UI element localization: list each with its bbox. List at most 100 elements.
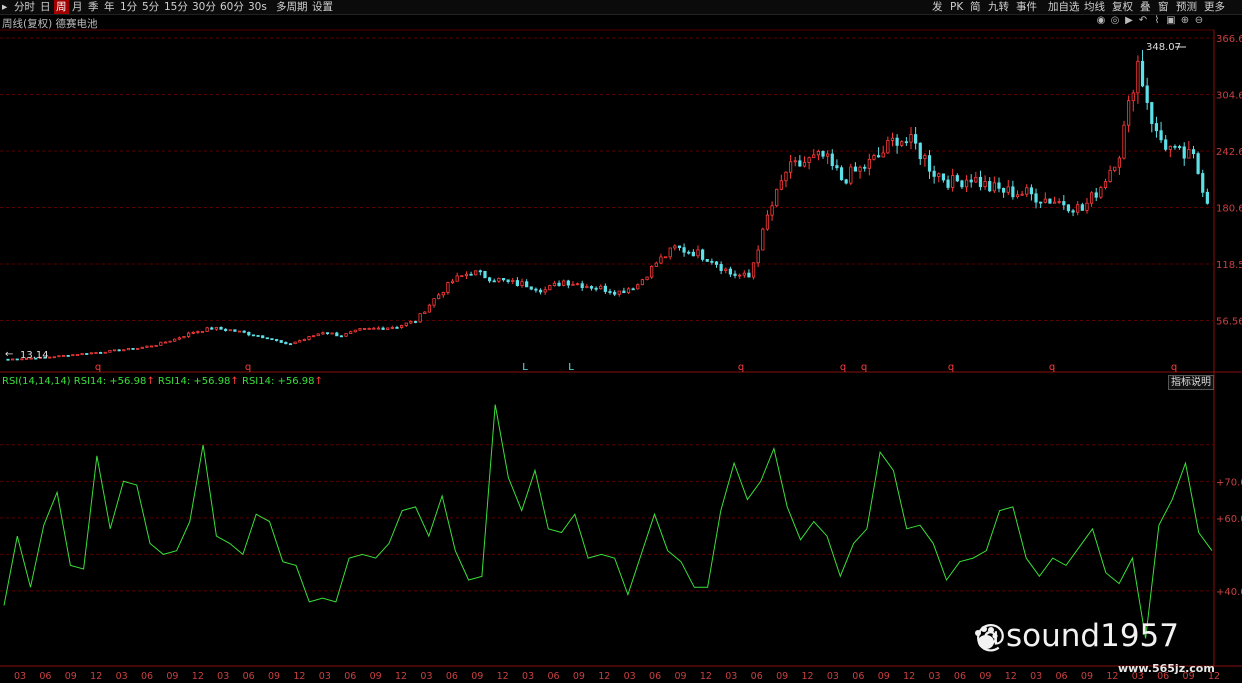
x-tick-label: 09 — [878, 671, 890, 682]
candle-body — [918, 142, 922, 160]
candle-body — [395, 327, 399, 329]
candle-body — [29, 357, 33, 360]
candle-body — [747, 272, 751, 278]
zoom-in-icon[interactable]: ⊕ — [1180, 16, 1190, 26]
price-tick-label: 180.6 — [1216, 203, 1242, 214]
candle-body — [1205, 191, 1209, 204]
candle-body — [909, 134, 913, 143]
candle-body — [1145, 85, 1149, 103]
toolbar-right-item-10[interactable]: 预测 — [1174, 0, 1199, 14]
toolbar-item-7[interactable]: 5分 — [140, 0, 161, 14]
toolbar-item-4[interactable]: 季 — [86, 0, 101, 14]
toolbar-right-item-8[interactable]: 叠 — [1138, 0, 1153, 14]
candle-body — [112, 349, 117, 352]
toolbar-item-6[interactable]: 1分 — [118, 0, 139, 14]
candle-body — [1177, 146, 1182, 148]
candle-body — [191, 331, 195, 334]
toolbar-item-13[interactable]: 设置 — [310, 0, 335, 14]
candle-body — [89, 352, 93, 355]
candle-body — [802, 162, 807, 167]
candle-body — [705, 258, 709, 262]
toolbar-right-item-9[interactable]: 窗 — [1156, 0, 1171, 14]
candle-body — [1057, 201, 1061, 203]
candle-body — [413, 321, 418, 323]
candle-body — [455, 275, 459, 282]
candle-body — [969, 179, 973, 183]
lock-icon[interactable]: ▣ — [1166, 16, 1176, 26]
toolbar-item-2[interactable]: 周 — [54, 0, 69, 14]
zigzag-icon[interactable]: ⌇ — [1152, 16, 1162, 26]
toolbar-right-item-5[interactable]: 加自选 — [1046, 0, 1082, 14]
undo-icon[interactable]: ↶ — [1138, 16, 1148, 26]
candle-body — [904, 141, 908, 144]
play-icon[interactable]: ▸ — [2, 0, 7, 14]
candle-body — [923, 155, 927, 160]
toolbar-right-item-3[interactable]: 九转 — [986, 0, 1011, 14]
toolbar-right-item-4[interactable]: 事件 — [1014, 0, 1039, 14]
candle-body — [94, 352, 98, 354]
candle-body — [353, 329, 357, 333]
x-tick-label: 06 — [649, 671, 661, 682]
candle-body — [784, 171, 788, 182]
eye-icon[interactable]: ◉ — [1096, 16, 1106, 26]
candle-body — [650, 265, 654, 278]
candle-body — [1117, 157, 1121, 168]
x-tick-label: 09 — [166, 671, 178, 682]
toolbar-right-item-6[interactable]: 均线 — [1082, 0, 1107, 14]
record-icon[interactable]: ◎ — [1110, 16, 1120, 26]
candle-body — [131, 348, 135, 350]
candle-body — [1140, 60, 1145, 87]
candle-body — [881, 152, 885, 158]
candle-body — [534, 288, 538, 291]
candle-body — [506, 279, 510, 282]
toolbar-item-5[interactable]: 年 — [102, 0, 117, 14]
indicator-help-button[interactable]: 指标说明 — [1168, 375, 1214, 390]
play-icon[interactable]: ▶ — [1124, 16, 1134, 26]
candle-body — [126, 348, 130, 351]
x-tick-label: 12 — [903, 671, 915, 682]
toolbar-item-8[interactable]: 15分 — [162, 0, 190, 14]
candle-body — [853, 166, 858, 172]
zoom-out-icon[interactable]: ⊖ — [1194, 16, 1204, 26]
candle-body — [247, 331, 251, 336]
toolbar-item-3[interactable]: 月 — [70, 0, 85, 14]
candle-body — [1011, 186, 1015, 198]
toolbar-item-9[interactable]: 30分 — [190, 0, 218, 14]
candle-body — [631, 288, 635, 291]
candle-body — [1090, 192, 1094, 204]
candle-body — [205, 327, 209, 332]
rsi-value-1: RSI14: +56.98 — [73, 376, 147, 387]
toolbar-item-0[interactable]: 分时 — [12, 0, 37, 14]
rsi-legend: RSI(14,14,14) RSI14: +56.98↑ RSI14: +56.… — [2, 376, 323, 387]
candle-body — [1122, 124, 1126, 159]
candle-body — [145, 345, 149, 348]
candle-body — [196, 331, 200, 333]
toolbar-right-item-7[interactable]: 复权 — [1110, 0, 1135, 14]
rsi-tick-label: +60.0 — [1216, 514, 1242, 525]
rsi-line — [3, 404, 1213, 639]
candle-body — [1113, 166, 1117, 171]
candle-body — [75, 354, 80, 356]
toolbar-item-10[interactable]: 60分 — [218, 0, 246, 14]
x-tick-label: 06 — [852, 671, 864, 682]
candle-body — [733, 273, 737, 276]
candle-body — [298, 340, 302, 343]
candle-body — [946, 179, 950, 188]
toolbar-right-item-1[interactable]: PK — [948, 0, 965, 14]
toolbar-item-11[interactable]: 30s — [246, 0, 269, 14]
candle-body — [1173, 145, 1177, 148]
candle-body — [11, 358, 15, 361]
toolbar-right-item-0[interactable]: 发 — [930, 0, 945, 14]
candle-body — [719, 264, 723, 271]
x-tick-label: 12 — [598, 671, 610, 682]
candle-body — [367, 327, 371, 330]
toolbar-item-1[interactable]: 日 — [38, 0, 53, 14]
candle-body — [659, 256, 663, 264]
candle-body — [988, 181, 992, 192]
toolbar-right-item-2[interactable]: 简 — [968, 0, 983, 14]
toolbar-item-12[interactable]: 多周期 — [274, 0, 310, 14]
rsi-tick-label: +40.0 — [1216, 587, 1242, 598]
toolbar-right-item-11[interactable]: 更多 — [1202, 0, 1227, 14]
candle-body — [890, 137, 895, 141]
x-tick-label: 03 — [929, 671, 941, 682]
